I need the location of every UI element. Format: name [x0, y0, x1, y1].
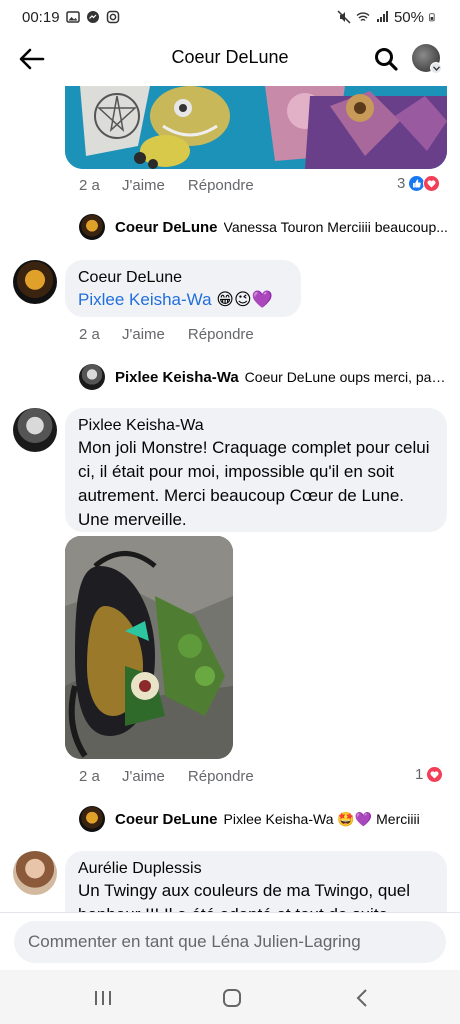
comment-bubble[interactable]: Coeur DeLune Pixlee Keisha-Wa 😁😉💜	[65, 260, 301, 317]
reply-snippet: Coeur DeLune oups merci, par ...	[244, 369, 449, 385]
profile-avatar[interactable]	[412, 44, 442, 74]
status-time: 00:19	[22, 8, 60, 26]
comment-author[interactable]: Aurélie Duplessis	[78, 859, 434, 879]
comment-photo[interactable]	[65, 86, 447, 169]
reaction-count: 3	[397, 175, 406, 192]
wifi-icon	[356, 12, 370, 22]
bag-photo-image	[65, 536, 233, 759]
comment-composer	[0, 912, 460, 970]
home-button[interactable]	[212, 984, 252, 1012]
avatar	[79, 364, 105, 390]
reply-preview[interactable]: Pixlee Keisha-Wa Coeur DeLune oups merci…	[79, 364, 449, 390]
reaction-summary[interactable]: 1	[415, 766, 444, 783]
reaction-count: 1	[415, 766, 424, 783]
reply-snippet: Vanessa Touron Merciiii beaucoup...	[223, 219, 448, 235]
home-icon	[223, 989, 241, 1007]
comment-time: 2 a	[79, 177, 100, 194]
signal-icon	[376, 11, 388, 22]
recents-button[interactable]	[83, 984, 123, 1012]
status-bar: 00:19 50%	[0, 0, 460, 34]
crafts-photo-image	[65, 86, 447, 169]
comment-input[interactable]	[14, 921, 446, 963]
reply-button[interactable]: Répondre	[188, 326, 254, 343]
like-button[interactable]: J'aime	[122, 326, 165, 343]
gallery-icon	[65, 11, 80, 23]
like-button[interactable]: J'aime	[122, 177, 165, 194]
mention-link[interactable]: Pixlee Keisha-Wa	[78, 290, 212, 309]
battery-icon	[429, 13, 435, 22]
comment-actions: 2 a J'aime Répondre	[79, 326, 254, 343]
avatar	[79, 806, 105, 832]
reply-preview[interactable]: Coeur DeLune Pixlee Keisha-Wa 🤩💜 Merciii…	[79, 806, 449, 832]
battery-percent: 50%	[393, 8, 424, 26]
love-reaction-icon	[426, 766, 444, 783]
comment-bubble[interactable]: Pixlee Keisha-Wa Mon joli Monstre! Craqu…	[65, 408, 447, 532]
love-reaction-icon	[423, 175, 441, 192]
back-nav-icon	[356, 989, 367, 1007]
avatar[interactable]	[13, 851, 57, 895]
comment-time: 2 a	[79, 326, 100, 343]
reaction-summary[interactable]: 3	[397, 175, 441, 192]
mute-icon	[337, 10, 351, 24]
reply-button[interactable]: Répondre	[188, 177, 254, 194]
reply-author: Pixlee Keisha-Wa	[115, 368, 239, 386]
back-nav-button[interactable]	[342, 984, 382, 1012]
comment-actions: 2 a J'aime Répondre	[79, 768, 254, 785]
search-icon	[375, 48, 398, 71]
system-nav-bar	[0, 970, 460, 1024]
header: Coeur DeLune	[0, 34, 460, 84]
comment-photo[interactable]	[65, 536, 233, 759]
comment-author[interactable]: Pixlee Keisha-Wa	[78, 416, 434, 436]
reply-author: Coeur DeLune	[115, 810, 218, 828]
like-button[interactable]: J'aime	[122, 768, 165, 785]
comment-actions: 2 a J'aime Répondre	[79, 177, 254, 194]
reply-snippet: Pixlee Keisha-Wa 🤩💜 Merciiii	[223, 810, 420, 827]
comment-emoji: 😁😉💜	[216, 290, 273, 309]
avatar	[79, 214, 105, 240]
recents-icon	[95, 991, 111, 1005]
search-button[interactable]	[370, 43, 402, 75]
reply-author: Coeur DeLune	[115, 218, 218, 236]
instagram-icon	[106, 10, 119, 24]
avatar[interactable]	[13, 260, 57, 304]
comment-author[interactable]: Coeur DeLune	[78, 268, 288, 288]
avatar[interactable]	[13, 408, 57, 452]
reply-button[interactable]: Répondre	[188, 768, 254, 785]
comment-time: 2 a	[79, 768, 100, 785]
chevron-down-icon	[430, 62, 442, 74]
comment-text: Mon joli Monstre! Craquage complet pour …	[78, 438, 430, 529]
messenger-icon	[86, 11, 99, 23]
reply-preview[interactable]: Coeur DeLune Vanessa Touron Merciiii bea…	[79, 214, 449, 240]
